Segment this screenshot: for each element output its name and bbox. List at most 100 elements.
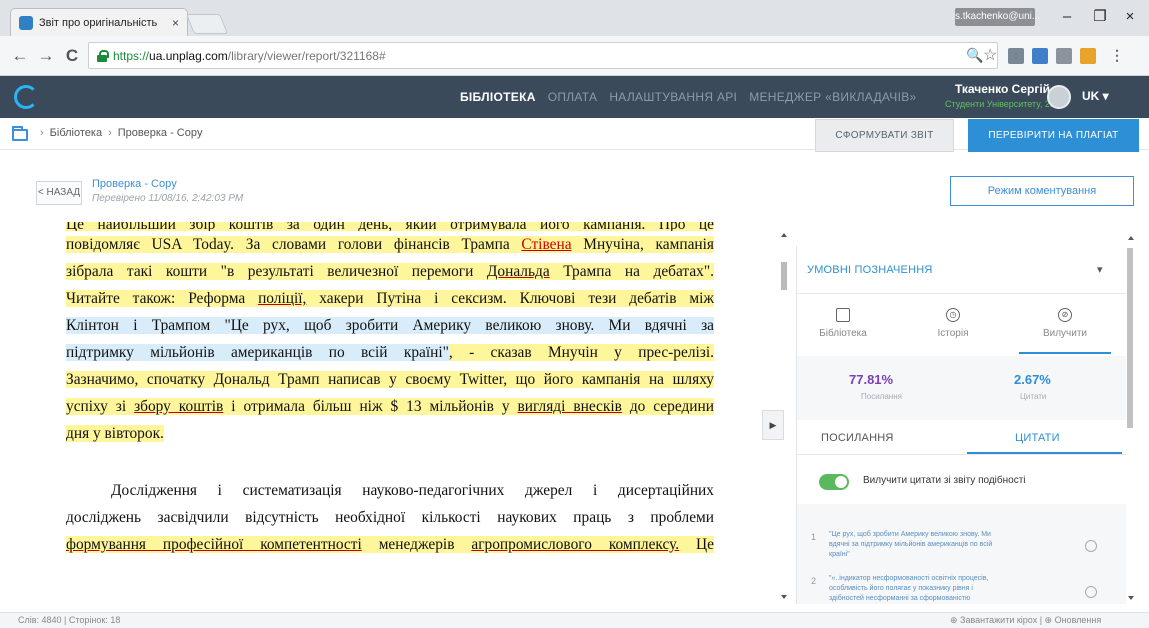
generate-report-button[interactable]: СФОРМУВАТИ ЗВІТ bbox=[815, 119, 954, 152]
panel-scrollbar-thumb[interactable] bbox=[1127, 248, 1133, 428]
matched-word: збору коштів bbox=[134, 398, 224, 415]
exclude-citation-icon[interactable] bbox=[1085, 586, 1097, 598]
similarity-stats: 77.81% Посилання 2.67% Цитати bbox=[797, 356, 1126, 420]
minimize-window-button[interactable]: – bbox=[1052, 6, 1082, 28]
screenshot-extension-icon[interactable] bbox=[1056, 48, 1072, 64]
text-line: формування професійної компетентності ме… bbox=[66, 536, 714, 553]
exclude-icon: ⊘ bbox=[1058, 308, 1072, 322]
maximize-window-button[interactable]: ❐ bbox=[1085, 6, 1115, 28]
matched-word: Стівена bbox=[521, 236, 572, 253]
close-window-button[interactable]: × bbox=[1115, 6, 1145, 28]
back-button[interactable]: < НАЗАД bbox=[36, 181, 82, 205]
breadcrumb-separator: › bbox=[40, 127, 44, 139]
history-icon: ◷ bbox=[946, 308, 960, 322]
text-line: успіху зі збору коштів і отримала більш … bbox=[66, 398, 714, 415]
text-line: Читайте також: Реформа поліції, хакери П… bbox=[66, 290, 714, 307]
bookmark-star-icon[interactable]: ☆ bbox=[983, 45, 997, 65]
close-tab-icon[interactable]: × bbox=[172, 16, 179, 30]
report-side-panel: УМОВНІ ПОЗНАЧЕННЯ ▾ Бібліотека ◷ Історія… bbox=[796, 246, 1126, 604]
exclude-citations-toggle[interactable] bbox=[819, 474, 849, 490]
new-tab-button[interactable] bbox=[185, 14, 229, 34]
text-line: повідомляє USA Today. За словами голови … bbox=[66, 236, 714, 253]
exclude-citations-label: Вилучити цитати зі звіту подібності bbox=[863, 475, 1026, 486]
browser-profile-chip[interactable]: s.tkachenko@uni... bbox=[955, 8, 1040, 26]
word-page-count: Слів: 4840 | Сторінок: 18 bbox=[18, 615, 121, 625]
user-name[interactable]: Ткаченко Сергій bbox=[955, 82, 1050, 96]
citation-number: 1 bbox=[811, 532, 817, 542]
unplag-favicon-icon bbox=[19, 15, 33, 30]
browser-address-bar: ← → C https://ua.unplag.com/library/view… bbox=[0, 36, 1149, 76]
matched-word: формування професійної компетентності bbox=[66, 536, 362, 553]
matched-word: поліції, bbox=[258, 290, 307, 307]
tab-history[interactable]: ◷ Історія bbox=[913, 308, 993, 339]
text-line: Зазначимо, спочатку Дональд Трамп написа… bbox=[66, 371, 714, 388]
citations-percent: 2.67% bbox=[1014, 372, 1051, 387]
doc-scroll-down-icon[interactable] bbox=[781, 595, 787, 599]
reload-icon[interactable]: C bbox=[62, 46, 82, 66]
document-title: Проверка - Copy bbox=[92, 178, 177, 190]
panel-scroll-down-icon[interactable] bbox=[1128, 596, 1134, 600]
status-actions[interactable]: ⊕ Завантажити кірох | ⊕ Оновлення bbox=[950, 615, 1101, 626]
chevron-down-icon[interactable]: ▾ bbox=[1097, 263, 1103, 276]
language-select[interactable]: UK ▾ bbox=[1082, 89, 1109, 103]
panel-scroll-up-icon[interactable] bbox=[1128, 236, 1134, 240]
back-arrow-icon[interactable]: ← bbox=[10, 46, 30, 66]
url-input[interactable]: https://ua.unplag.com/library/viewer/rep… bbox=[88, 42, 998, 69]
tab-exclude[interactable]: ⊘ Вилучити bbox=[1025, 308, 1105, 339]
text-line: Клінтон і Трампом "Це рух, щоб зробити А… bbox=[66, 317, 714, 334]
list-item[interactable]: "Це рух, щоб зробити Америку великою зно… bbox=[829, 530, 1079, 560]
nav-payment[interactable]: ОПЛАТА bbox=[548, 90, 598, 104]
text-line: Це найбільший збір коштів за один день, … bbox=[66, 222, 714, 231]
doc-scrollbar-thumb[interactable] bbox=[781, 262, 787, 290]
citation-list: 1 "Це рух, щоб зробити Америку великою з… bbox=[797, 504, 1126, 604]
nav-api-settings[interactable]: НАЛАШТУВАННЯ API bbox=[609, 90, 737, 104]
browser-menu-icon[interactable]: ⋮ bbox=[1110, 47, 1124, 64]
breadcrumb-library[interactable]: Бібліотека bbox=[50, 127, 102, 139]
active-tab-indicator bbox=[1019, 352, 1111, 354]
legend-title: УМОВНІ ПОЗНАЧЕННЯ bbox=[807, 264, 933, 276]
matched-word: агропромислового комплексу. bbox=[471, 536, 680, 553]
mail-extension-icon[interactable] bbox=[1008, 48, 1024, 64]
user-organization: Студенти Університету, 28 bbox=[945, 99, 1055, 109]
legend-header[interactable]: УМОВНІ ПОЗНАЧЕННЯ ▾ bbox=[797, 246, 1126, 294]
check-plagiarism-button[interactable]: ПЕРЕВІРИТИ НА ПЛАГІАТ bbox=[968, 119, 1139, 152]
citations-label: Цитати bbox=[1020, 392, 1047, 401]
chart-extension-icon[interactable] bbox=[1032, 48, 1048, 64]
unplag-logo-icon[interactable] bbox=[14, 85, 38, 109]
references-label: Посилання bbox=[861, 392, 902, 401]
citation-highlight: підтримку мільйонів американців по всій … bbox=[66, 344, 449, 361]
document-check-date: Перевірено 11/08/16, 2:42:03 PM bbox=[92, 193, 244, 204]
library-icon bbox=[836, 308, 850, 322]
zoom-icon[interactable]: 🔍 bbox=[966, 47, 983, 64]
document-text[interactable]: Це найбільший збір коштів за один день, … bbox=[66, 222, 714, 604]
folder-icon[interactable] bbox=[12, 126, 28, 141]
citation-number: 2 bbox=[811, 576, 817, 586]
breadcrumb-separator: › bbox=[108, 127, 112, 139]
text-line: підтримку мільйонів американців по всій … bbox=[66, 344, 714, 361]
app-header: БІБЛІОТЕКА ОПЛАТА НАЛАШТУВАННЯ API МЕНЕД… bbox=[0, 76, 1149, 118]
avatar[interactable] bbox=[1047, 85, 1071, 109]
text-line: зібрала такі кошти "в результаті величез… bbox=[66, 263, 714, 280]
exclude-citation-icon[interactable] bbox=[1085, 540, 1097, 552]
office-extension-icon[interactable] bbox=[1080, 48, 1096, 64]
url-host: ua.unplag.com bbox=[149, 48, 228, 63]
list-item[interactable]: "«..індикатор несформованості освітніх п… bbox=[829, 574, 1079, 604]
tab-citations[interactable]: ЦИТАТИ bbox=[1015, 432, 1060, 444]
browser-tab-bar: Звіт про оригінальність × s.tkachenko@un… bbox=[0, 0, 1149, 36]
tab-references[interactable]: ПОСИЛАННЯ bbox=[821, 432, 894, 444]
doc-scroll-up-icon[interactable] bbox=[781, 233, 787, 237]
text-line: дня у вівторок. bbox=[66, 425, 164, 442]
url-path: /library/viewer/report/321168# bbox=[227, 48, 386, 63]
comment-mode-button[interactable]: Режим коментування bbox=[950, 176, 1134, 206]
collapse-panel-button[interactable]: ▶ bbox=[762, 410, 784, 440]
status-bar: Слів: 4840 | Сторінок: 18 ⊕ Завантажити … bbox=[0, 612, 1149, 628]
browser-tab[interactable]: Звіт про оригінальність × bbox=[10, 8, 188, 36]
text-line: досліджень засвідчили відсутність необхі… bbox=[66, 509, 714, 526]
nav-teacher-manager[interactable]: МЕНЕДЖЕР «ВИКЛАДАЧІВ» bbox=[749, 90, 916, 104]
nav-library[interactable]: БІБЛІОТЕКА bbox=[460, 90, 536, 104]
forward-arrow-icon[interactable]: → bbox=[36, 46, 56, 66]
browser-tab-title: Звіт про оригінальність bbox=[39, 16, 158, 29]
url-scheme: https:// bbox=[113, 48, 150, 63]
tab-library[interactable]: Бібліотека bbox=[803, 308, 883, 339]
top-navigation: БІБЛІОТЕКА ОПЛАТА НАЛАШТУВАННЯ API МЕНЕД… bbox=[460, 76, 917, 118]
